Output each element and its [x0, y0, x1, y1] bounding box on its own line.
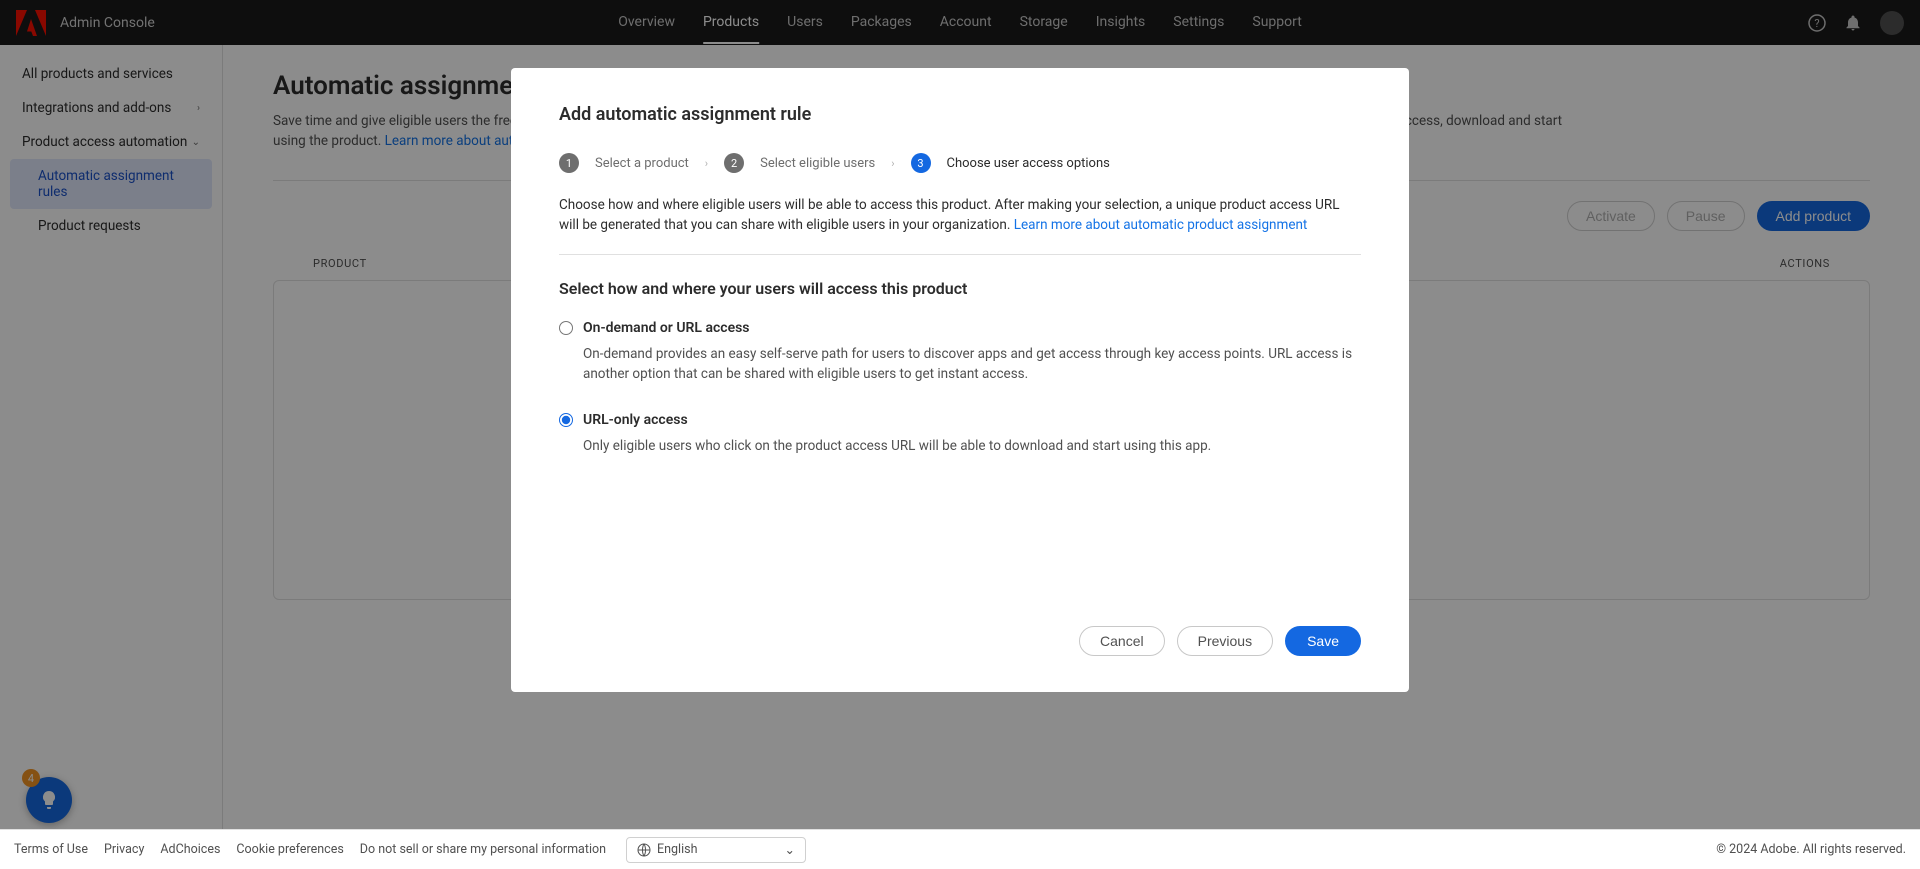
modal-learn-more-link[interactable]: Learn more about automatic product assig…: [1014, 217, 1308, 233]
radio-body-urlonly: Only eligible users who click on the pro…: [559, 436, 1361, 456]
footer-left: Terms of Use Privacy AdChoices Cookie pr…: [14, 837, 806, 863]
footer-link-terms[interactable]: Terms of Use: [14, 842, 88, 857]
step-label-2: Select eligible users: [760, 156, 875, 171]
footer-link-adchoices[interactable]: AdChoices: [160, 842, 220, 857]
cancel-button[interactable]: Cancel: [1079, 626, 1165, 656]
step-label-1: Select a product: [595, 156, 689, 171]
radio-urlonly[interactable]: [559, 413, 573, 427]
modal-add-rule: Add automatic assignment rule 1 Select a…: [511, 68, 1409, 692]
modal-section-heading: Select how and where your users will acc…: [559, 279, 1361, 298]
globe-icon: [637, 843, 651, 857]
modal-description: Choose how and where eligible users will…: [559, 195, 1361, 236]
language-value: English: [657, 842, 697, 857]
previous-button[interactable]: Previous: [1177, 626, 1273, 656]
save-button[interactable]: Save: [1285, 626, 1361, 656]
step-num-2: 2: [724, 153, 744, 173]
chevron-right-icon: ›: [705, 157, 708, 170]
modal-divider: [559, 254, 1361, 255]
chevron-right-icon: ›: [891, 157, 894, 170]
footer-copyright: © 2024 Adobe. All rights reserved.: [1716, 842, 1906, 857]
footer-link-privacy[interactable]: Privacy: [104, 842, 144, 857]
radio-option-urlonly[interactable]: URL-only access Only eligible users who …: [559, 412, 1361, 456]
footer: Terms of Use Privacy AdChoices Cookie pr…: [0, 829, 1920, 869]
stepper: 1 Select a product › 2 Select eligible u…: [559, 153, 1361, 173]
modal-title: Add automatic assignment rule: [559, 104, 1361, 125]
radio-body-ondemand: On-demand provides an easy self-serve pa…: [559, 344, 1361, 385]
radio-option-ondemand[interactable]: On-demand or URL access On-demand provid…: [559, 320, 1361, 385]
modal-backdrop: Add automatic assignment rule 1 Select a…: [0, 0, 1920, 869]
step-label-3: Choose user access options: [947, 156, 1110, 171]
footer-link-cookie[interactable]: Cookie preferences: [236, 842, 343, 857]
language-select[interactable]: English ⌄: [626, 837, 806, 863]
footer-link-donotsell[interactable]: Do not sell or share my personal informa…: [360, 842, 606, 857]
radio-title-ondemand: On-demand or URL access: [583, 320, 750, 336]
chevron-down-icon: ⌄: [785, 842, 795, 858]
modal-footer: Cancel Previous Save: [559, 626, 1361, 656]
radio-title-urlonly: URL-only access: [583, 412, 688, 428]
step-num-1: 1: [559, 153, 579, 173]
step-num-3: 3: [911, 153, 931, 173]
radio-ondemand[interactable]: [559, 321, 573, 335]
